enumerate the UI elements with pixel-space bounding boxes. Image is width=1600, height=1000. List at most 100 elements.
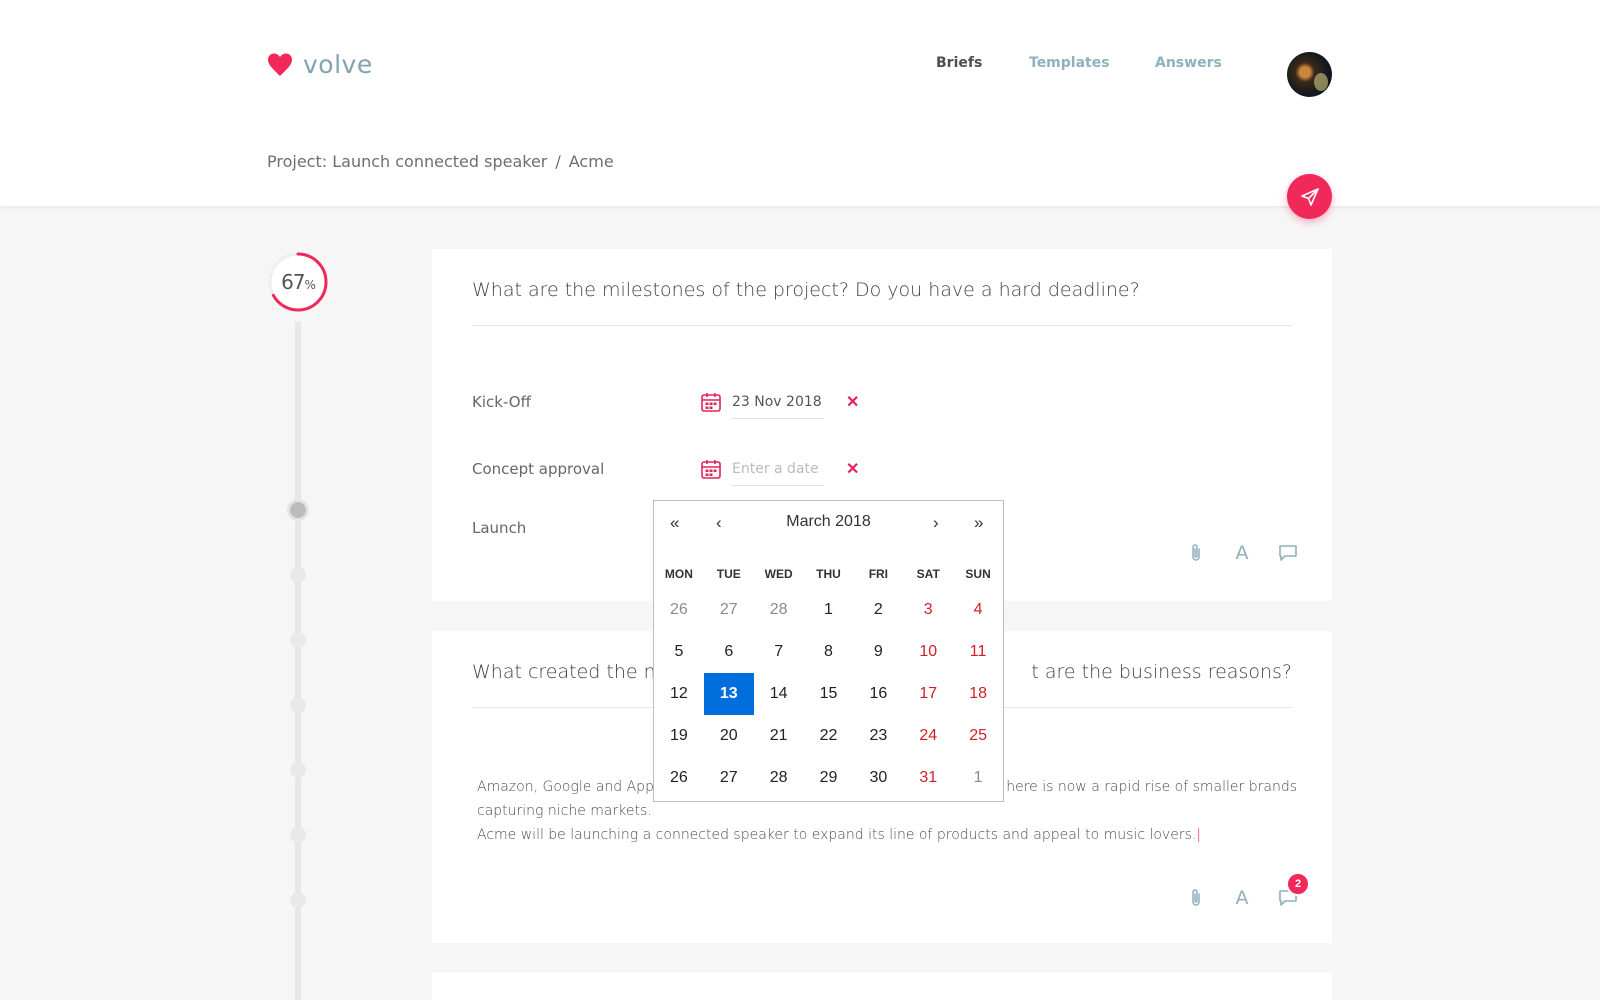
comment-icon[interactable] — [1278, 543, 1298, 563]
day-cell[interactable]: 6 — [704, 631, 754, 673]
day-cell[interactable]: 4 — [953, 589, 1003, 631]
month-title[interactable]: March 2018 — [654, 513, 1003, 531]
weekday-label: FRI — [868, 567, 889, 581]
day-cell[interactable]: 12 — [654, 673, 704, 715]
week-row: 5 6 7 8 9 10 11 — [654, 631, 1003, 673]
day-cell[interactable]: 10 — [903, 631, 953, 673]
day-cell[interactable]: 23 — [853, 715, 903, 757]
day-cell[interactable]: 26 — [654, 757, 704, 799]
day-cell[interactable]: 11 — [953, 631, 1003, 673]
rail-step[interactable] — [290, 567, 306, 583]
text-caret: | — [1196, 827, 1202, 843]
answer-line1-right: here is now a rapid rise of smaller bran… — [1006, 779, 1297, 795]
card-toolbar: A 2 — [1186, 872, 1310, 909]
calendar-icon[interactable] — [700, 391, 722, 413]
nav-templates[interactable]: Templates — [1029, 55, 1110, 71]
avatar[interactable] — [1287, 52, 1332, 97]
day-cell[interactable]: 2 — [853, 589, 903, 631]
calendar-icon[interactable] — [700, 458, 722, 480]
day-cell[interactable]: 31 — [903, 757, 953, 799]
next-month-button[interactable]: › — [933, 513, 939, 533]
day-cell[interactable]: 17 — [903, 673, 953, 715]
day-cell[interactable]: 24 — [903, 715, 953, 757]
weekday-label: WED — [764, 567, 793, 581]
day-cell[interactable]: 26 — [654, 589, 704, 631]
concept-approval-date-field[interactable]: Enter a date — [732, 451, 824, 486]
date-picker: « ‹ March 2018 › » MON TUE WED THU FRI S… — [653, 500, 1004, 802]
weekday-label: SAT — [916, 567, 940, 581]
text-format-icon[interactable]: A — [1232, 887, 1252, 909]
weekday-row: MON TUE WED THU FRI SAT SUN — [654, 559, 1003, 589]
question-card — [432, 973, 1332, 1000]
day-cell[interactable]: 1 — [953, 757, 1003, 799]
question-title: What are the milestones of the project? … — [472, 279, 1292, 326]
rail-step[interactable] — [290, 632, 306, 648]
progress-percent: 67% — [267, 251, 329, 313]
comment-count-badge: 2 — [1286, 872, 1310, 896]
breadcrumb-separator: / — [555, 152, 561, 171]
day-cell[interactable]: 5 — [654, 631, 704, 673]
breadcrumb-project[interactable]: Project: Launch connected speaker — [267, 152, 547, 171]
day-cell[interactable]: 16 — [853, 673, 903, 715]
answer-line1-left: Amazon, Google and App — [477, 779, 654, 795]
rail-step[interactable] — [290, 762, 306, 778]
week-row: 19 20 21 22 23 24 25 — [654, 715, 1003, 757]
breadcrumb: Project: Launch connected speaker / Acme — [267, 152, 614, 171]
text-format-icon[interactable]: A — [1232, 542, 1252, 564]
day-cell[interactable]: 14 — [754, 673, 804, 715]
day-cell[interactable]: 19 — [654, 715, 704, 757]
day-cell[interactable]: 3 — [903, 589, 953, 631]
day-cell[interactable]: 18 — [953, 673, 1003, 715]
heart-logo-icon — [268, 53, 292, 76]
day-cell[interactable]: 22 — [804, 715, 854, 757]
day-cell[interactable]: 28 — [754, 589, 804, 631]
progress-value: 67 — [281, 270, 305, 294]
breadcrumb-client[interactable]: Acme — [569, 152, 614, 171]
day-cell[interactable]: 20 — [704, 715, 754, 757]
answer-line3: Acme will be launching a connected speak… — [477, 827, 1197, 843]
paperclip-icon[interactable] — [1186, 543, 1206, 563]
nav-answers[interactable]: Answers — [1155, 55, 1222, 71]
day-cell[interactable]: 30 — [853, 757, 903, 799]
weekday-label: THU — [816, 567, 841, 581]
logo[interactable]: volve — [267, 50, 373, 79]
date-picker-grid: MON TUE WED THU FRI SAT SUN 26 27 28 1 2 3 4 5 6… — [654, 559, 1003, 799]
week-row: 26 27 28 1 2 3 4 — [654, 589, 1003, 631]
milestone-label: Kick-Off — [472, 392, 531, 411]
next-year-button[interactable]: » — [974, 513, 983, 533]
date-picker-header: « ‹ March 2018 › » — [654, 501, 1003, 545]
day-cell[interactable]: 7 — [754, 631, 804, 673]
nav-briefs[interactable]: Briefs — [936, 55, 982, 71]
week-row: 12 13 14 15 16 17 18 — [654, 673, 1003, 715]
clear-icon[interactable]: ✕ — [846, 392, 859, 412]
header: volve Briefs Templates Answers Project: … — [0, 0, 1600, 206]
day-cell[interactable]: 28 — [754, 757, 804, 799]
send-button[interactable] — [1287, 174, 1332, 219]
clear-icon[interactable]: ✕ — [846, 459, 859, 479]
day-cell[interactable]: 1 — [804, 589, 854, 631]
rail-step[interactable] — [290, 697, 306, 713]
card-toolbar: A — [1186, 542, 1298, 564]
rail-step-current[interactable] — [290, 502, 306, 518]
comment-icon[interactable]: 2 — [1278, 872, 1310, 908]
day-cell[interactable]: 9 — [853, 631, 903, 673]
day-cell[interactable]: 21 — [754, 715, 804, 757]
day-cell-selected[interactable]: 13 — [703, 673, 754, 715]
weekday-label: TUE — [716, 567, 741, 581]
rail-step[interactable] — [290, 827, 306, 843]
day-cell[interactable]: 8 — [804, 631, 854, 673]
day-cell[interactable]: 29 — [804, 757, 854, 799]
day-cell[interactable]: 25 — [953, 715, 1003, 757]
brand-name: volve — [303, 50, 373, 79]
rail-step[interactable] — [290, 892, 306, 908]
question-title-right: t are the business reasons? — [1031, 661, 1292, 683]
week-row: 26 27 28 29 30 31 1 — [654, 757, 1003, 799]
paperclip-icon[interactable] — [1186, 888, 1206, 908]
send-icon — [1300, 187, 1319, 206]
day-cell[interactable]: 27 — [704, 757, 754, 799]
day-cell[interactable]: 15 — [804, 673, 854, 715]
answer-line2: capturing niche markets. — [477, 803, 652, 819]
kickoff-date-field[interactable]: 23 Nov 2018 — [732, 384, 824, 419]
day-cell[interactable]: 27 — [704, 589, 754, 631]
weekday-label: SUN — [965, 567, 991, 581]
